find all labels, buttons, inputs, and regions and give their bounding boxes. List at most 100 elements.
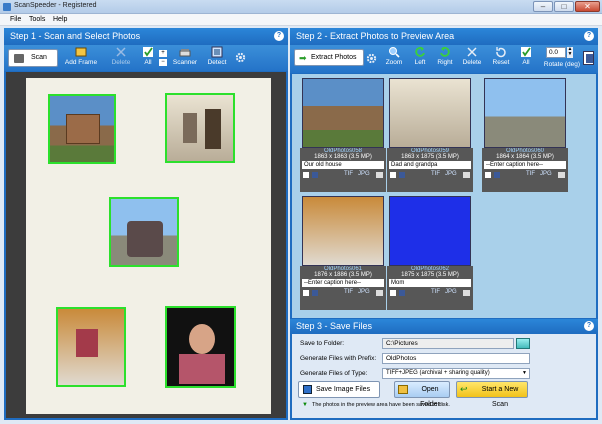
scanner-icon [14, 54, 24, 63]
add-frame-button[interactable]: Add Frame [62, 46, 100, 66]
edit-icon[interactable] [376, 290, 383, 296]
save-image-files-button[interactable]: Save Image Files [298, 381, 380, 398]
rotate-left-button[interactable]: Left [410, 46, 430, 66]
scan-label: Scan [31, 54, 47, 61]
jpg-format: JPG [445, 289, 457, 295]
photo-size: 1876 x 1886 (3.5 MP) [314, 272, 372, 278]
zoom-minus-button[interactable]: − [159, 59, 167, 66]
scanner-settings-button[interactable]: Scanner [170, 46, 200, 66]
edit-icon[interactable] [463, 172, 470, 178]
step1-help-icon[interactable]: ? [274, 31, 284, 41]
left-label: Left [414, 59, 426, 66]
step3-help-icon[interactable]: ? [584, 321, 594, 331]
facebook-icon[interactable] [312, 172, 318, 178]
folder-icon [398, 385, 408, 394]
detected-photo-frame[interactable] [48, 94, 116, 164]
step2-help-icon[interactable]: ? [584, 31, 594, 41]
photo-card[interactable]: OldPhotos058 1863 x 1863 (3.5 MP) Our ol… [300, 148, 386, 192]
arrow-right-icon: ➡ [299, 53, 307, 63]
checkbox-icon[interactable] [303, 172, 309, 178]
detect-button[interactable]: Detect [204, 46, 230, 66]
check-icon [143, 47, 153, 57]
photo-thumbnail[interactable] [389, 78, 471, 148]
prefix-input[interactable]: OldPhotos [382, 353, 530, 364]
photo-card[interactable]: OldPhotos061 1876 x 1886 (3.5 MP) --Ente… [300, 266, 386, 310]
zoom-label: Zoom [385, 59, 403, 66]
extract-photos-button[interactable]: ➡ Extract Photos [294, 49, 364, 66]
close-button[interactable]: ✕ [575, 1, 600, 12]
facebook-icon[interactable] [399, 172, 405, 178]
photo-size: 1864 x 1864 (3.5 MP) [496, 154, 554, 160]
all-label: All [144, 59, 152, 66]
select-all-photos-button[interactable]: All [518, 46, 534, 66]
photo-card[interactable]: OldPhotos062 1875 x 1875 (3.5 MP) Mom TI… [387, 266, 473, 310]
detected-photo-frame[interactable] [109, 197, 179, 267]
photo-card[interactable]: OldPhotos060 1864 x 1864 (3.5 MP) --Ente… [482, 148, 568, 192]
edit-icon[interactable] [376, 172, 383, 178]
checkbox-icon[interactable] [390, 290, 396, 296]
caption-input[interactable]: Dad and grandpa [389, 161, 471, 169]
gear-icon[interactable] [235, 52, 246, 63]
rotate-degrees-input[interactable] [546, 47, 566, 58]
caption-input[interactable]: --Enter caption here-- [484, 161, 566, 169]
step1-panel: Step 1 - Scan and Select Photos ? Scan A… [4, 28, 288, 420]
maximize-button[interactable]: □ [554, 1, 574, 12]
menu-tools[interactable]: Tools [29, 16, 45, 23]
delete-label: Delete [111, 59, 131, 66]
step3-panel: Step 3 - Save Files ? Save to Folder: C:… [290, 318, 598, 420]
caption-input[interactable]: Our old house [302, 161, 384, 169]
checkbox-icon[interactable] [485, 172, 491, 178]
app-icon [3, 3, 11, 11]
menu-file[interactable]: File [10, 16, 21, 23]
tif-format: TIF [431, 171, 440, 177]
step1-header: Step 1 - Scan and Select Photos [4, 28, 288, 45]
checkbox-icon[interactable] [390, 172, 396, 178]
folder-browse-icon[interactable] [516, 338, 530, 349]
scan-preview-area[interactable] [6, 72, 286, 418]
facebook-icon[interactable] [399, 290, 405, 296]
detected-photo-frame[interactable] [165, 93, 235, 163]
checkbox-icon[interactable] [303, 290, 309, 296]
gear-icon[interactable] [366, 53, 377, 64]
rotate-spinner[interactable]: ▲ ▼ [567, 47, 573, 58]
caption-input[interactable]: Mom [389, 279, 471, 287]
title-bar: ScanSpeeder - Registered – □ ✕ [0, 0, 602, 14]
photo-thumbnail[interactable] [302, 196, 384, 266]
open-folder-button[interactable]: Open Folder [394, 381, 450, 408]
minimize-button[interactable]: – [533, 1, 553, 12]
tif-format: TIF [431, 289, 440, 295]
facebook-share-icon[interactable] [583, 51, 594, 65]
zoom-button[interactable]: Zoom [382, 46, 406, 66]
delete-photo-button[interactable]: Delete [460, 46, 484, 66]
photo-thumbnail[interactable] [302, 78, 384, 148]
start-new-scan-button[interactable]: ↩ Start a New Scan [456, 381, 528, 408]
file-type-label: Generate Files of Type: [300, 370, 368, 377]
status-check-icon: ▼ [302, 402, 308, 408]
zoom-plus-button[interactable]: + [159, 50, 167, 57]
check-icon [521, 47, 531, 57]
step2-header: Step 2 - Extract Photos to Preview Area [290, 28, 598, 45]
facebook-icon[interactable] [494, 172, 500, 178]
scanner-label: Scanner [172, 59, 198, 66]
edit-icon[interactable] [558, 172, 565, 178]
detected-photo-frame[interactable] [56, 307, 126, 387]
caption-input[interactable]: --Enter caption here-- [302, 279, 384, 287]
detected-photo-frame[interactable] [165, 306, 236, 388]
scan-button[interactable]: Scan [8, 49, 58, 67]
delete-photo-label: Delete [462, 59, 482, 66]
facebook-icon[interactable] [312, 290, 318, 296]
photo-thumbnail[interactable] [389, 196, 471, 266]
step3-title: Step 3 - Save Files [296, 321, 373, 331]
photo-card[interactable]: OldPhotos059 1863 x 1875 (3.5 MP) Dad an… [387, 148, 473, 192]
photo-thumbnail[interactable] [484, 78, 566, 148]
photo-size: 1863 x 1875 (3.5 MP) [401, 154, 459, 160]
reset-button[interactable]: Reset [490, 46, 512, 66]
delete-frame-button[interactable]: Delete [108, 46, 134, 66]
edit-icon[interactable] [463, 290, 470, 296]
rotate-left-icon [415, 46, 425, 57]
rotate-right-button[interactable]: Right [434, 46, 456, 66]
file-type-select[interactable]: TIFF+JPEG (archival + sharing quality) ▼ [382, 368, 530, 379]
save-folder-field[interactable]: C:\Pictures [382, 338, 514, 349]
menu-help[interactable]: Help [53, 16, 67, 23]
select-all-button[interactable]: All [140, 46, 156, 66]
